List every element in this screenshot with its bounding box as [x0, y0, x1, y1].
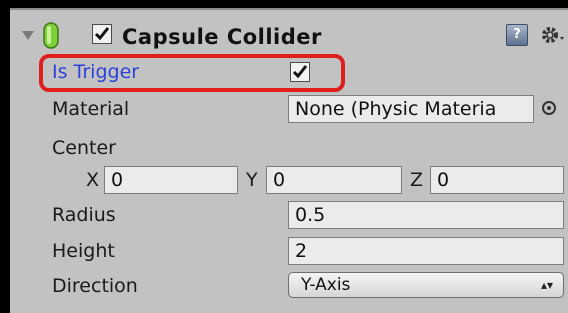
radius-field[interactable]: 0.5: [288, 201, 564, 229]
center-y-field[interactable]: 0: [266, 166, 402, 194]
material-field[interactable]: None (Physic Materiа: [288, 95, 534, 123]
capsule-icon: [43, 22, 59, 49]
direction-value: Y-Axis: [301, 275, 351, 295]
material-label: Material: [52, 98, 130, 120]
center-y-label: Y: [246, 169, 258, 191]
gear-icon[interactable]: [540, 24, 566, 46]
is-trigger-highlight: [39, 54, 345, 92]
height-label: Height: [52, 240, 115, 262]
object-picker-icon[interactable]: [542, 101, 556, 115]
center-x-field[interactable]: 0: [104, 166, 238, 194]
help-book-icon[interactable]: ?: [506, 24, 528, 46]
checkmark-icon: [94, 27, 110, 41]
direction-dropdown[interactable]: Y-Axis ▴▾: [288, 272, 564, 298]
component-title: Capsule Collider: [122, 25, 322, 49]
direction-label: Direction: [52, 275, 138, 297]
center-x-label: X: [86, 169, 100, 191]
foldout-triangle-down-icon[interactable]: [22, 31, 34, 40]
component-enabled-checkbox[interactable]: [92, 24, 112, 44]
center-label: Center: [52, 137, 116, 159]
center-z-label: Z: [410, 169, 424, 191]
height-field[interactable]: 2: [288, 237, 564, 265]
updown-arrows-icon: ▴▾: [540, 278, 553, 292]
header-separator: [10, 8, 568, 10]
radius-label: Radius: [52, 204, 116, 226]
center-z-field[interactable]: 0: [430, 166, 564, 194]
